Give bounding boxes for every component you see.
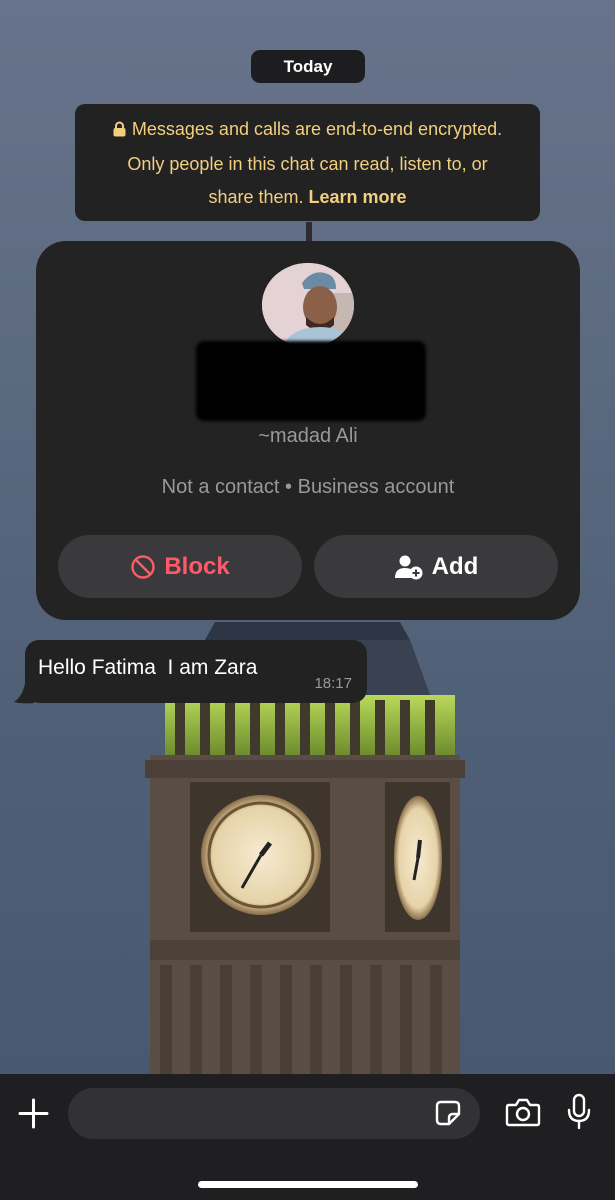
message-timestamp: 18:17 bbox=[314, 675, 352, 692]
encryption-notice-line-3: share them. Learn more bbox=[75, 181, 540, 214]
encryption-notice-line-1: Messages and calls are end-to-end encryp… bbox=[75, 113, 540, 148]
contact-info-card: ~madad Ali Not a contact • Business acco… bbox=[36, 241, 580, 620]
camera-icon[interactable] bbox=[505, 1097, 541, 1127]
contact-status: Not a contact • Business account bbox=[161, 476, 455, 498]
encryption-text-line-1: Messages and calls are end-to-end encryp… bbox=[131, 119, 503, 139]
person-photo-icon bbox=[262, 263, 354, 347]
add-button-label: Add bbox=[431, 552, 479, 580]
lock-icon bbox=[113, 115, 126, 148]
microphone-icon[interactable] bbox=[566, 1093, 592, 1131]
encryption-text-line-3: share them. bbox=[208, 187, 304, 207]
redacted-contact-name bbox=[196, 341, 426, 421]
encryption-text-line-2: Only people in this chat can read, liste… bbox=[127, 154, 488, 174]
home-indicator[interactable] bbox=[198, 1181, 418, 1188]
chat-screen: Today Messages and calls are end-to-end … bbox=[0, 0, 615, 1200]
avatar[interactable] bbox=[262, 263, 354, 347]
encryption-notice[interactable]: Messages and calls are end-to-end encryp… bbox=[75, 104, 540, 221]
sticker-icon[interactable] bbox=[434, 1099, 462, 1127]
message-text: Hello Fatima I am Zara bbox=[38, 656, 258, 679]
contact-alias: ~madad Ali bbox=[258, 425, 358, 447]
block-button-label: Block bbox=[164, 552, 230, 580]
add-contact-button[interactable]: Add bbox=[314, 535, 558, 598]
add-person-icon bbox=[394, 555, 423, 579]
date-separator: Today bbox=[251, 50, 365, 83]
message-input[interactable] bbox=[68, 1088, 480, 1139]
block-button[interactable]: Block bbox=[58, 535, 302, 598]
plus-icon[interactable] bbox=[17, 1097, 50, 1130]
learn-more-link[interactable]: Learn more bbox=[309, 187, 407, 207]
message-bubble-incoming[interactable]: Hello Fatima I am Zara 18:17 bbox=[25, 640, 367, 703]
block-icon bbox=[131, 554, 156, 579]
